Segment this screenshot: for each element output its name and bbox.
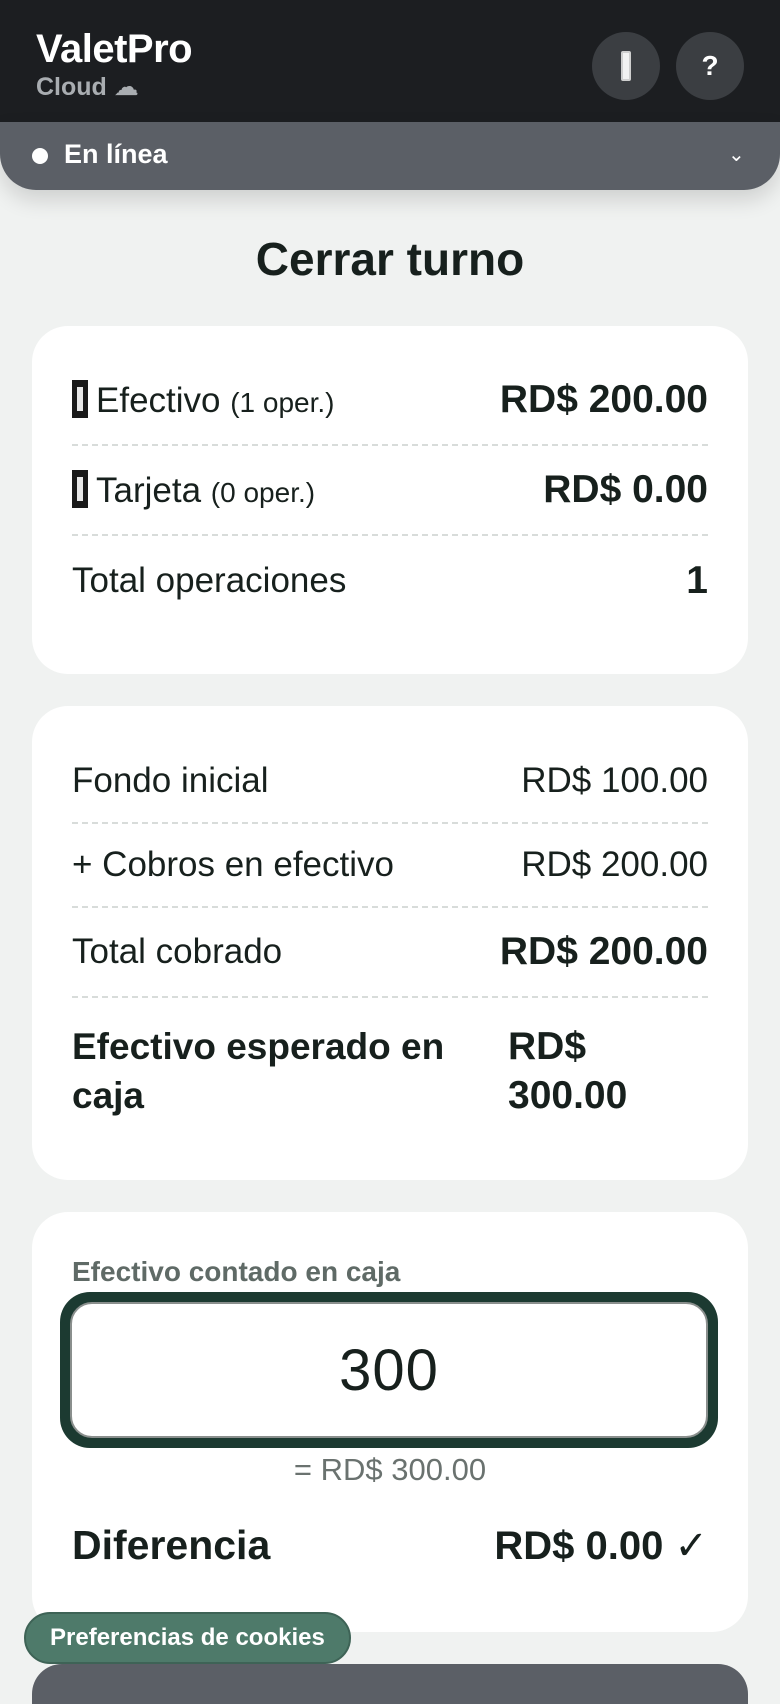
cobros-label: + Cobros en efectivo bbox=[72, 845, 394, 884]
cash-count-card: Efectivo contado en caja 300 = RD$ 300.0… bbox=[32, 1212, 748, 1632]
counted-cash-focus-ring: 300 bbox=[60, 1292, 718, 1448]
total-operations-value: 1 bbox=[686, 559, 708, 602]
total-cobrado-row: Total cobrado RD$ 200.00 bbox=[72, 908, 708, 998]
summary-value: RD$ 0.00 bbox=[543, 468, 708, 511]
counted-cash-label: Efectivo contado en caja bbox=[72, 1256, 401, 1287]
app-header: ValetPro Cloud ☁ ? bbox=[0, 0, 780, 122]
card-icon bbox=[72, 469, 88, 508]
counted-cash-input[interactable]: 300 bbox=[70, 1302, 708, 1438]
summary-row-total: Total operaciones 1 bbox=[72, 536, 708, 626]
cash-breakdown-card: Fondo inicial RD$ 100.00 + Cobros en efe… bbox=[32, 706, 748, 1180]
cobros-value: RD$ 200.00 bbox=[521, 845, 708, 884]
summary-count: (1 oper.) bbox=[230, 386, 335, 418]
fondo-row: Fondo inicial RD$ 100.00 bbox=[72, 740, 708, 824]
help-button[interactable]: ? bbox=[676, 32, 744, 100]
summary-label: Efectivo bbox=[96, 380, 221, 420]
summary-label: Tarjeta bbox=[96, 470, 202, 510]
status-label: En línea bbox=[64, 139, 168, 169]
fondo-value: RD$ 100.00 bbox=[521, 761, 708, 800]
connection-status-bar[interactable]: En línea ⌄ bbox=[0, 122, 780, 190]
difference-label: Diferencia bbox=[72, 1522, 271, 1568]
fondo-label: Fondo inicial bbox=[72, 761, 269, 800]
expected-cash-value: RD$ 300.00 bbox=[508, 1025, 628, 1117]
payment-summary-card: Efectivo (1 oper.) RD$ 200.00 Tarjeta (0… bbox=[32, 326, 748, 674]
app-subtitle: Cloud ☁ bbox=[36, 73, 139, 101]
bottom-action-bar[interactable] bbox=[32, 1664, 748, 1704]
total-cobrado-value: RD$ 200.00 bbox=[499, 930, 708, 973]
app-title: ValetPro bbox=[36, 27, 193, 71]
page-title: Cerrar turno bbox=[255, 233, 525, 285]
total-operations-label: Total operaciones bbox=[72, 561, 347, 600]
summary-row-tarjeta: Tarjeta (0 oper.) RD$ 0.00 bbox=[72, 446, 708, 536]
cookie-preferences-button[interactable]: Preferencias de cookies bbox=[24, 1612, 351, 1664]
summary-value: RD$ 200.00 bbox=[499, 378, 708, 421]
chevron-down-icon: ⌄ bbox=[728, 144, 745, 166]
help-icon: ? bbox=[701, 50, 719, 81]
difference-row: Diferencia RD$ 0.00 ✓ bbox=[72, 1522, 708, 1569]
menu-icon bbox=[621, 51, 631, 81]
cash-icon bbox=[72, 379, 88, 418]
difference-value: RD$ 0.00 ✓ bbox=[494, 1523, 708, 1568]
brand: ValetPro Cloud ☁ bbox=[36, 26, 193, 102]
counted-cash-equivalent: = RD$ 300.00 bbox=[293, 1452, 487, 1487]
menu-button[interactable] bbox=[592, 32, 660, 100]
summary-row-efectivo: Efectivo (1 oper.) RD$ 200.00 bbox=[72, 356, 708, 446]
total-cobrado-label: Total cobrado bbox=[72, 932, 283, 971]
cobros-row: + Cobros en efectivo RD$ 200.00 bbox=[72, 824, 708, 908]
summary-count: (0 oper.) bbox=[210, 476, 316, 508]
status-dot-icon bbox=[32, 148, 48, 164]
expected-cash-label: Efectivo esperado en caja bbox=[72, 1026, 445, 1116]
